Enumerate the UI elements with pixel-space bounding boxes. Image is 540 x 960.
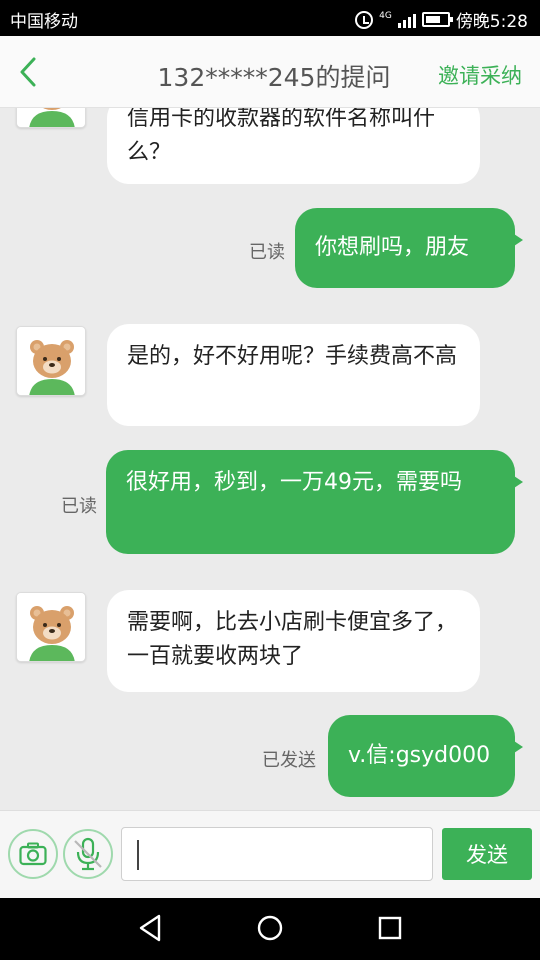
message-text: 很好用，秒到，一万49元，需要吗 — [126, 470, 462, 495]
bubble-tail — [511, 232, 523, 248]
status-bar: 中国移动 4G 傍晚5:28 — [0, 0, 540, 36]
read-status: 已读 — [249, 242, 285, 263]
message-input[interactable] — [121, 827, 433, 881]
avatar[interactable] — [16, 592, 86, 662]
send-status: 已发送 — [262, 750, 316, 771]
network-type: 4G — [379, 11, 392, 21]
bear-avatar-icon — [17, 108, 85, 127]
microphone-icon — [74, 837, 102, 871]
chat-area[interactable]: 信用卡的收款器的软件名称叫什么？ 已读 你想刷吗，朋友 是的，好不好用呢？手续费… — [0, 108, 540, 810]
read-status: 已读 — [61, 496, 97, 517]
send-button[interactable]: 发送 — [442, 828, 532, 880]
message-text: v.信:gsyd000 — [348, 743, 491, 768]
bear-avatar-icon — [17, 593, 85, 661]
message-incoming: 需要啊，比去小店刷卡便宜多了，一百就要收两块了 — [107, 590, 480, 692]
voice-button[interactable] — [63, 829, 113, 879]
signal-icon — [397, 12, 416, 28]
bubble-tail — [511, 739, 523, 755]
nav-recents-button[interactable] — [375, 913, 405, 947]
nav-back-button[interactable] — [135, 913, 165, 947]
camera-button[interactable] — [8, 829, 58, 879]
invite-accept-button[interactable]: 邀请采纳 — [438, 60, 522, 90]
clock-time: 傍晚5:28 — [455, 12, 528, 32]
recents-square-icon — [378, 916, 402, 940]
avatar[interactable] — [16, 326, 86, 396]
message-outgoing: 很好用，秒到，一万49元，需要吗 — [106, 450, 523, 554]
home-circle-icon — [257, 915, 283, 941]
alarm-icon — [355, 10, 374, 29]
message-incoming: 信用卡的收款器的软件名称叫什么？ — [107, 108, 480, 184]
bear-avatar-icon — [17, 327, 85, 395]
chat-header: 132*****245的提问 邀请采纳 — [0, 36, 540, 108]
battery-icon — [421, 12, 453, 27]
message-outgoing: v.信:gsyd000 — [328, 715, 523, 797]
carrier-name: 中国移动 — [10, 12, 78, 32]
system-nav-bar — [0, 898, 540, 960]
avatar[interactable] — [16, 108, 86, 128]
message-incoming: 是的，好不好用呢？手续费高不高 — [107, 324, 480, 426]
text-cursor — [137, 840, 139, 870]
camera-icon — [19, 842, 47, 866]
status-icons: 4G 傍晚5:28 — [355, 7, 528, 32]
nav-home-button[interactable] — [255, 913, 285, 947]
bubble-tail — [511, 474, 523, 490]
back-triangle-icon — [139, 914, 161, 942]
message-text: 你想刷吗，朋友 — [315, 235, 470, 260]
message-outgoing: 你想刷吗，朋友 — [295, 208, 523, 288]
message-input-bar: 发送 — [0, 810, 540, 898]
